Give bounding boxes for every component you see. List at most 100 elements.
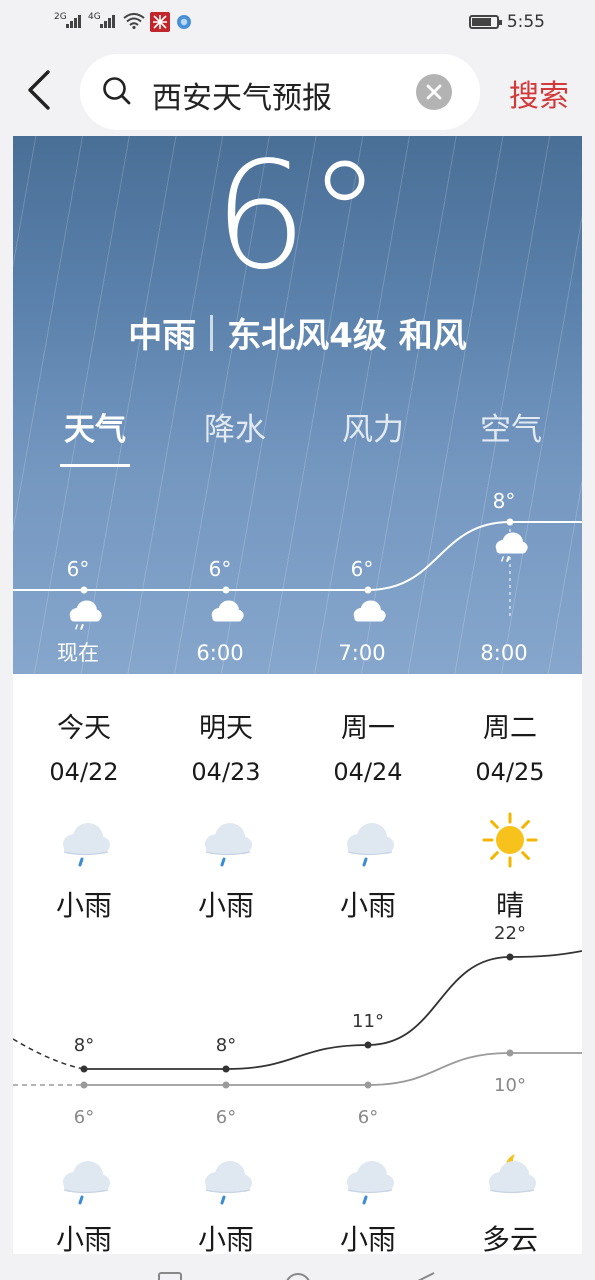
high-temp-label: 8° (74, 1035, 94, 1056)
tab-wind[interactable]: 风力 (303, 404, 443, 449)
low-temp-label: 6° (216, 1107, 236, 1128)
search-query-text[interactable]: 西安天气预报 (152, 73, 332, 117)
high-temp-label: 8° (216, 1035, 236, 1056)
high-temp-label: 22° (494, 924, 526, 944)
forecast-day-name: 周二 (483, 713, 537, 744)
cloud-rain-icon (63, 1161, 110, 1205)
tab-air[interactable]: 空气 (441, 404, 581, 449)
low-temp-label: 10° (494, 1075, 526, 1096)
condition-divider (210, 315, 214, 351)
moon-cloud-icon (489, 1150, 536, 1194)
cloud-rain-icon (205, 1161, 252, 1205)
home-icon[interactable] (284, 1272, 312, 1280)
forecast-night-icon (297, 1148, 439, 1208)
cloud-rain-icon (205, 823, 252, 867)
low-temp-label: 6° (74, 1107, 94, 1128)
forecast-date: 04/22 (49, 758, 119, 786)
signal-label-1: 2G (54, 12, 67, 22)
cloud-icon (211, 600, 244, 622)
app-notification-icon (150, 12, 170, 32)
current-condition: 中雨 (128, 316, 197, 356)
hourly-temp-point (222, 586, 230, 594)
tab-precipitation[interactable]: 降水 (165, 404, 305, 449)
tab-weather[interactable]: 天气 (25, 404, 165, 449)
daily-temperature-chart: 8° 6° 8° 6° 11° 6° 22° 10° (13, 924, 582, 1128)
hourly-temperature-chart: 6° 现在 6° 6:00 6° 7:00 8° 8:00 (13, 489, 582, 665)
search-icon (103, 77, 131, 105)
forecast-night-icon (155, 1148, 297, 1208)
forecast-night-icon (439, 1148, 581, 1208)
hourly-time-label: 6:00 (196, 641, 243, 665)
forecast-date: 04/24 (333, 758, 403, 786)
back-nav-icon[interactable] (412, 1272, 436, 1280)
current-weather-panel: 6° 中雨 东北风4级 和风 天气 降水 风力 空气 6° 现在 6° 6:00 6° 7:… (13, 136, 582, 674)
forecast-night-condition: 小雨 (197, 1223, 254, 1254)
forecast-night-icon (13, 1148, 155, 1208)
forecast-day-condition: 小雨 (339, 889, 396, 922)
low-temp-point (222, 1081, 230, 1089)
hourly-temp-label: 6° (351, 557, 374, 581)
forecast-day-condition: 小雨 (55, 889, 112, 922)
hourly-temp-label: 8° (493, 489, 516, 513)
battery-fill (472, 18, 492, 26)
forecast-day-icon (155, 812, 297, 872)
hourly-temp-point (506, 518, 514, 526)
forecast-day-name: 周一 (341, 713, 395, 744)
hourly-temp-point (364, 586, 372, 594)
forecast-date: 04/25 (475, 758, 545, 786)
clear-search-button[interactable] (416, 74, 452, 110)
hourly-temp-label: 6° (67, 557, 90, 581)
high-temp-point (80, 1065, 88, 1073)
current-temperature: 6° (213, 136, 382, 302)
signal-label-2: 4G (88, 12, 101, 22)
low-temp-point (506, 1049, 514, 1057)
current-wind: 东北风4级 和风 (227, 316, 467, 356)
forecast-night-condition: 小雨 (55, 1223, 112, 1254)
hourly-temp-label: 6° (209, 557, 232, 581)
low-temp-point (80, 1081, 88, 1089)
daily-forecast-card: 今天 04/22 小雨 小雨 明天 04/23 小雨 小雨 周一 04/24 小雨 小雨 周二 04/25… (13, 674, 582, 1254)
battery-icon (469, 15, 502, 29)
wifi-icon (123, 13, 145, 29)
low-temp-label: 6° (358, 1107, 378, 1128)
active-tab-indicator (60, 464, 130, 467)
forecast-day-condition: 晴 (495, 889, 524, 922)
high-temp-point (506, 953, 514, 961)
system-nav-bar (0, 1254, 595, 1280)
sun-icon (482, 812, 538, 868)
status-time: 5:55 (506, 12, 545, 32)
forecast-day-condition: 小雨 (197, 889, 254, 922)
browser-notification-icon (177, 15, 191, 29)
search-input[interactable]: 西安天气预报 (80, 54, 480, 130)
signal-bars-2-icon (100, 14, 118, 28)
hourly-temp-point (80, 586, 88, 594)
forecast-day-icon (13, 812, 155, 872)
chevron-left-icon (28, 70, 50, 110)
recent-apps-icon[interactable] (158, 1272, 182, 1280)
hourly-time-label: 8:00 (480, 641, 527, 665)
forecast-day-name: 明天 (199, 713, 253, 744)
forecast-night-condition: 多云 (481, 1223, 538, 1254)
cloud-rain-icon (347, 823, 394, 867)
back-button[interactable] (24, 68, 64, 112)
search-submit-button[interactable]: 搜索 (509, 71, 569, 115)
forecast-date: 04/23 (191, 758, 261, 786)
cloud-rain-icon (63, 823, 110, 867)
high-temp-point (364, 1041, 372, 1049)
high-temp-point (222, 1065, 230, 1073)
search-header: 西安天气预报 搜索 (0, 44, 595, 136)
status-bar: 2G 4G 5:55 (0, 0, 595, 44)
forecast-day-icon (439, 812, 581, 872)
forecast-day-icon (297, 812, 439, 872)
hourly-time-label: 7:00 (338, 641, 385, 665)
signal-bars-1-icon (66, 14, 84, 28)
hourly-time-label: 现在 (57, 641, 99, 665)
current-condition-line: 中雨 东北风4级 和风 (13, 308, 582, 357)
cloud-rain-icon (69, 600, 102, 631)
cloud-icon (353, 600, 386, 622)
high-temp-label: 11° (352, 1011, 384, 1032)
close-icon (426, 84, 442, 100)
hourly-temp-line (13, 521, 582, 591)
cloud-rain-icon (495, 532, 528, 563)
cloud-rain-icon (347, 1161, 394, 1205)
